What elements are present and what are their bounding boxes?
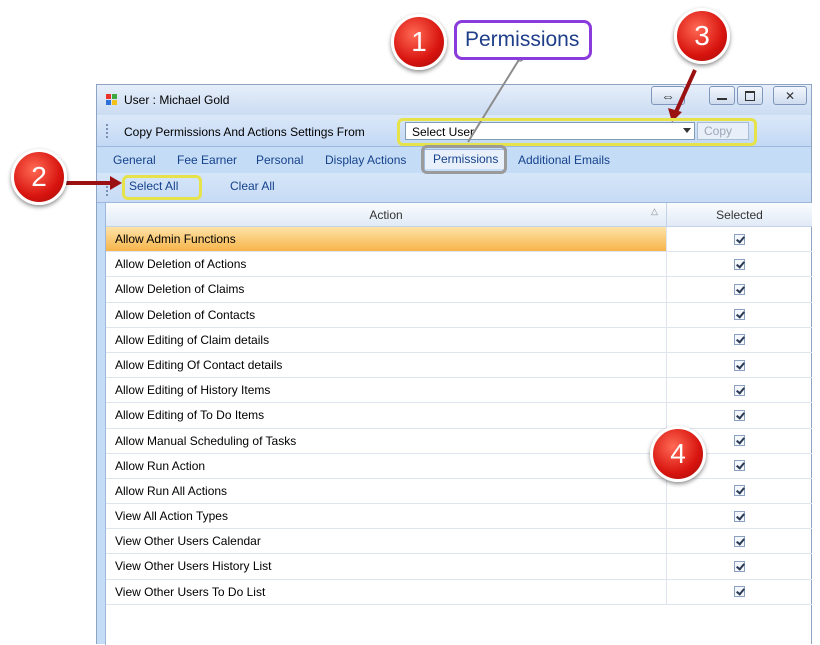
annotation-arrows	[66, 54, 697, 190]
step-marker-3: 3	[674, 8, 730, 64]
step-marker-4: 4	[650, 426, 706, 482]
permissions-callout-box: Permissions	[454, 20, 592, 60]
select-all-callout	[122, 175, 202, 200]
arrow-2-head	[110, 176, 122, 190]
permissions-callout-text: Permissions	[465, 28, 580, 51]
arrow-3-line	[674, 69, 697, 113]
step-marker-1: 1	[391, 14, 447, 70]
select-user-callout	[397, 118, 757, 146]
step-marker-2: 2	[11, 149, 67, 205]
permissions-tab-callout	[421, 145, 507, 174]
